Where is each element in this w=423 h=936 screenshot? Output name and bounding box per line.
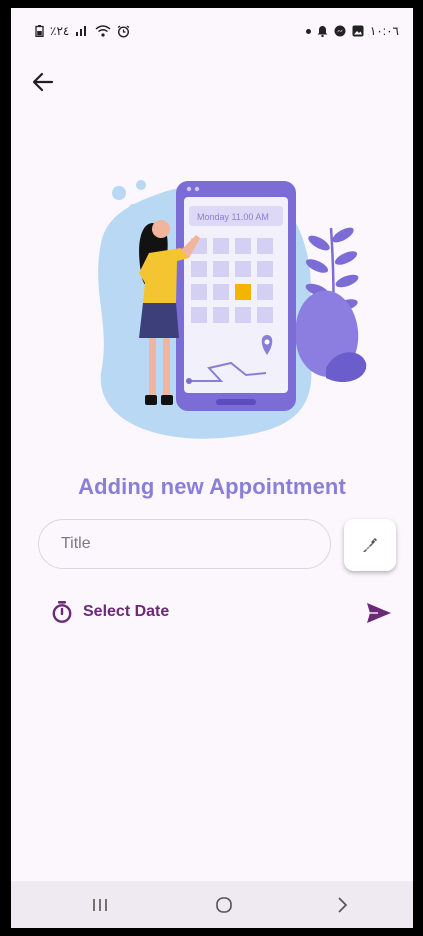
nav-back-button[interactable]: [307, 881, 377, 928]
select-date-label: Select Date: [83, 603, 170, 620]
app-screen: ٪٢٤ ١٠:٠٦ Monday 11.00 AM Adding new App…: [11, 8, 413, 928]
title-input[interactable]: [39, 520, 330, 568]
status-bar: ٪٢٤ ١٠:٠٦: [11, 8, 413, 52]
home-icon: [216, 896, 232, 913]
eyedropper-icon: [363, 538, 377, 552]
status-bar-left: ٪٢٤: [35, 24, 130, 38]
status-bar-right: ١٠:٠٦: [305, 24, 399, 38]
battery-icon: [35, 25, 44, 37]
page-title: Adding new Appointment: [78, 474, 346, 499]
send-icon: [367, 603, 391, 623]
appointment-illustration: Monday 11.00 AM: [98, 180, 367, 439]
arrow-left-icon: [32, 72, 54, 92]
timer-icon: [52, 601, 72, 623]
recent-apps-icon: [93, 898, 107, 911]
phone-date-text: Monday 11.00 AM: [197, 212, 269, 222]
back-button[interactable]: [29, 68, 57, 96]
alarm-icon: [117, 24, 130, 38]
messenger-icon: [334, 25, 346, 37]
send-button[interactable]: [366, 602, 394, 626]
status-time: ١٠:٠٦: [369, 24, 399, 38]
wifi-icon: [95, 25, 111, 37]
color-picker-button[interactable]: [344, 519, 396, 571]
signal-icon: [76, 26, 87, 36]
recent-apps-button[interactable]: [65, 881, 135, 928]
battery-percent: ٪٢٤: [50, 24, 70, 38]
bell-icon: [317, 26, 328, 37]
notification-dot-icon: [305, 28, 311, 34]
home-button[interactable]: [189, 881, 259, 928]
title-field[interactable]: [38, 519, 331, 569]
select-date-button[interactable]: Select Date: [51, 600, 169, 624]
navigation-bar: [11, 881, 413, 928]
chevron-right-icon: [338, 896, 348, 913]
gallery-icon: [352, 25, 364, 37]
